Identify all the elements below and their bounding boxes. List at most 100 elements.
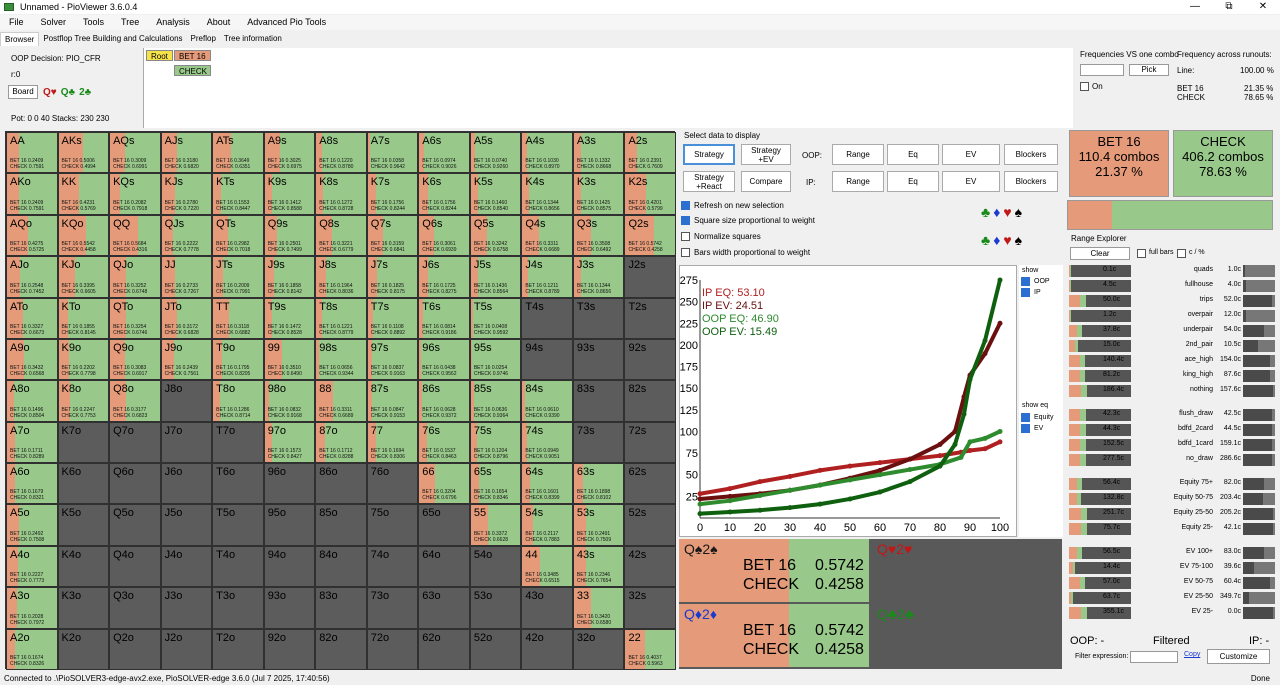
hand-cell[interactable]: K5o (57, 504, 110, 546)
hand-cell[interactable]: 42s (624, 545, 676, 588)
heart-icon[interactable]: ♥ (1003, 204, 1014, 220)
hand-cell[interactable]: 62o (418, 628, 470, 670)
c-pct-checkbox[interactable] (1177, 249, 1186, 258)
hand-cell[interactable]: 52s (624, 504, 676, 546)
hand-cell[interactable]: BET 16 0.3242 CHECK 0.6758 Q5s (469, 214, 522, 257)
hand-cell[interactable]: BET 16 0.1472 CHECK 0.8528 T9s (263, 297, 316, 339)
hand-cell[interactable]: T3o (212, 587, 264, 629)
club-icon[interactable]: ♣ (981, 232, 993, 248)
hand-cell[interactable]: BET 16 0.1211 CHECK 0.8789 J4s (521, 256, 573, 298)
hand-cell[interactable]: K3o (57, 587, 110, 629)
hand-cell[interactable]: BET 16 0.1712 CHECK 0.8288 87o (315, 421, 367, 464)
hand-cell[interactable]: BET 16 0.3221 CHECK 0.6779 Q8s (315, 214, 367, 257)
hand-cell[interactable]: BET 16 0.1332 CHECK 0.8668 A3s (572, 132, 625, 174)
hand-cell[interactable]: 63o (418, 587, 470, 629)
hand-cell[interactable]: BET 16 0.2780 CHECK 0.7220 KJs (160, 173, 213, 215)
hand-cell[interactable]: BET 16 0.3372 CHECK 0.6628 55 (469, 504, 522, 546)
hand-cell[interactable]: BET 16 0.4231 CHECK 0.5769 KK (57, 173, 110, 215)
hand-cell[interactable]: T2s (624, 297, 676, 339)
hand-cell[interactable]: K6o (57, 463, 110, 505)
hand-cell[interactable]: BET 16 0.2491 CHECK 0.7509 53s (572, 504, 625, 546)
hand-cell[interactable]: BET 16 0.1537 CHECK 0.8463 76s (418, 421, 470, 464)
hand-cell[interactable]: 94s (521, 338, 573, 381)
hand-cell[interactable]: 84o (315, 545, 367, 588)
combo-box[interactable]: Q♥2♥ (872, 539, 1062, 602)
hand-cell[interactable]: BET 16 0.2028 CHECK 0.7972 A3o (6, 587, 58, 629)
range-explorer-row[interactable]: 1.2c overpair 12.0c (1067, 310, 1277, 323)
hand-cell[interactable]: BET 16 0.1694 CHECK 0.8306 77 (366, 421, 419, 464)
strategy-ev-button[interactable]: Strategy +EV (741, 144, 791, 165)
oop-ev-button[interactable]: EV (942, 144, 1000, 165)
hand-cell[interactable]: BET 16 0.3510 CHECK 0.6490 99 (263, 338, 316, 381)
tree-node-bet[interactable]: BET 16 (174, 50, 211, 61)
strategy-button[interactable]: Strategy (683, 144, 735, 165)
combo-box[interactable]: BET 16 0.5742 CHECK 0.4258 Q♦2♦ (679, 604, 869, 667)
range-explorer-row[interactable]: 56.5c EV 100+ 83.0c (1067, 547, 1277, 560)
ip-ev-button[interactable]: EV (942, 171, 1000, 192)
hand-cell[interactable]: 83o (315, 587, 367, 629)
hand-cell[interactable]: BET 16 0.0832 CHECK 0.9168 98o (263, 380, 316, 422)
range-explorer-row[interactable]: 81.2c king_high 87.6c (1067, 370, 1277, 383)
hand-cell[interactable]: T5o (212, 504, 264, 546)
diamond-icon[interactable]: ♦ (993, 232, 1003, 248)
hand-cell[interactable]: BET 16 0.1654 CHECK 0.8346 65s (469, 463, 522, 505)
hand-cell[interactable]: 83s (572, 380, 625, 422)
range-explorer-row[interactable]: 50.0c trips 52.0c (1067, 295, 1277, 308)
hand-cell[interactable]: BET 16 0.1344 CHECK 0.8656 K4s (521, 173, 573, 215)
hand-cell[interactable]: BET 16 0.3204 CHECK 0.6796 66 (418, 463, 470, 505)
copy-link[interactable]: Copy (1184, 651, 1200, 658)
ip-range-button[interactable]: Range (832, 171, 884, 192)
hand-cell[interactable]: 64o (418, 545, 470, 588)
hand-cell[interactable]: BET 16 0.4201 CHECK 0.5799 K2s (624, 173, 676, 215)
hand-cell[interactable]: BET 16 0.1272 CHECK 0.8728 K8s (315, 173, 367, 215)
hand-cell[interactable]: BET 16 0.2548 CHECK 0.7452 AJo (6, 256, 58, 298)
hand-cell[interactable]: J3o (160, 587, 213, 629)
hand-cell[interactable]: 32s (624, 587, 676, 629)
hand-cell[interactable]: BET 16 0.0636 CHECK 0.9364 85s (469, 380, 522, 422)
hand-cell[interactable]: BET 16 0.4275 CHECK 0.5725 AQo (6, 214, 58, 257)
hand-cell[interactable]: J6o (160, 463, 213, 505)
tab-tree-information[interactable]: Tree information (220, 32, 286, 46)
range-explorer-row[interactable]: 14.4c EV 75-100 39.6c (1067, 562, 1277, 575)
range-explorer-row[interactable]: 152.5c bdfd_1card 159.1c (1067, 439, 1277, 452)
hand-cell[interactable]: 73s (572, 421, 625, 464)
hand-cell[interactable]: BET 16 0.2439 CHECK 0.7561 J9o (160, 338, 213, 381)
hand-cell[interactable]: Q4o (109, 545, 161, 588)
hand-cell[interactable]: J2o (160, 628, 213, 670)
hand-cell[interactable]: BET 16 0.1573 CHECK 0.8427 97o (263, 421, 316, 464)
hand-cell[interactable]: Q7o (109, 421, 161, 464)
hand-cell[interactable]: BET 16 0.0610 CHECK 0.9390 84s (521, 380, 573, 422)
hand-cell[interactable]: BET 16 0.4037 CHECK 0.5963 22 (624, 628, 676, 670)
oop-eq-button[interactable]: Eq (887, 144, 939, 165)
hand-cell[interactable]: 85o (315, 504, 367, 546)
hand-cell[interactable]: BET 16 0.5742 CHECK 0.4258 Q2s (624, 214, 676, 257)
hand-cell[interactable]: 65o (418, 504, 470, 546)
hand-cell[interactable]: 72s (624, 421, 676, 464)
ip-blockers-button[interactable]: Blockers (1004, 171, 1058, 192)
hand-cell[interactable]: 62s (624, 463, 676, 505)
hand-cell[interactable]: BET 16 0.1855 CHECK 0.8145 KTo (57, 297, 110, 339)
hand-cell[interactable]: Q3o (109, 587, 161, 629)
hand-cell[interactable]: BET 16 0.5684 CHECK 0.4316 QQ (109, 214, 161, 257)
hand-cell[interactable]: BET 16 0.2117 CHECK 0.7883 54s (521, 504, 573, 546)
ip-suit-filter[interactable]: ♣♦♥♠ (981, 232, 1025, 248)
hand-cell[interactable]: BET 16 0.3177 CHECK 0.6823 Q8o (109, 380, 161, 422)
hand-cell[interactable]: T4o (212, 545, 264, 588)
hand-cell[interactable]: BET 16 0.3395 CHECK 0.6605 KJo (57, 256, 110, 298)
check-summary[interactable]: CHECK 406.2 combos 78.63 % (1173, 130, 1273, 197)
hand-cell[interactable]: 76o (366, 463, 419, 505)
hand-cell[interactable]: BET 16 0.3254 CHECK 0.6746 QTo (109, 297, 161, 339)
close-button[interactable]: ✕ (1246, 0, 1280, 14)
hand-cell[interactable]: 93s (572, 338, 625, 381)
spade-icon[interactable]: ♠ (1015, 232, 1025, 248)
show-equity-checkbox[interactable] (1021, 413, 1030, 422)
heart-icon[interactable]: ♥ (1003, 232, 1014, 248)
hand-cell[interactable]: 53o (469, 587, 522, 629)
hand-cell[interactable]: J7o (160, 421, 213, 464)
hand-cell[interactable]: BET 16 0.3180 CHECK 0.6820 AJs (160, 132, 213, 174)
hand-cell[interactable]: Q2o (109, 628, 161, 670)
hand-cell[interactable]: BET 16 0.1460 CHECK 0.8540 K5s (469, 173, 522, 215)
filter-expression-input[interactable] (1130, 651, 1178, 663)
ip-eq-button[interactable]: Eq (887, 171, 939, 192)
range-explorer-row[interactable]: 4.5c fullhouse 4.0c (1067, 280, 1277, 293)
